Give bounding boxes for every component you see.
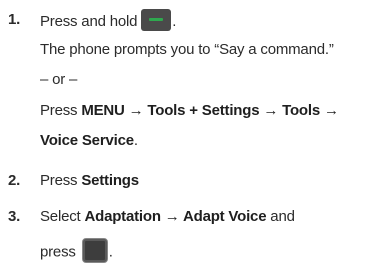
step-3-number: 3. xyxy=(8,208,21,225)
step-3-adaptation: Adaptation → Adapt Voice xyxy=(84,208,267,225)
step-1-press-and-hold: Press and hold xyxy=(40,12,138,30)
step-1-path-voice-service: Voice Service xyxy=(40,132,134,149)
step-2-press: Press xyxy=(40,172,82,189)
step-1-period: . xyxy=(172,12,177,30)
step-2-text: Press Settings xyxy=(40,172,139,190)
step-1-path-menu: MENU → Tools + Settings → Tools → xyxy=(81,102,339,119)
step-1-or: – or – xyxy=(40,71,78,88)
step-3-period: . xyxy=(108,243,113,261)
step-2-settings: Settings xyxy=(81,172,139,189)
step-2-number: 2. xyxy=(8,172,21,189)
step-3-and: and xyxy=(266,208,295,225)
step-1-path-press: Press xyxy=(40,102,82,119)
step-3-line-2: press. xyxy=(40,238,113,263)
select-key-icon xyxy=(81,238,108,263)
step-1-number: 1. xyxy=(8,11,21,28)
instruction-document: 1. Press and hold. The phone prompts you… xyxy=(0,0,379,266)
step-1-menu-path-line-2: Voice Service. xyxy=(40,132,138,150)
talk-key-icon xyxy=(141,9,172,31)
step-3-line-1: Select Adaptation → Adapt Voice and xyxy=(40,208,295,226)
step-1-menu-path-line-1: Press MENU → Tools + Settings → Tools → xyxy=(40,102,339,120)
step-1-line-1: Press and hold. xyxy=(40,9,177,31)
step-3-press: press xyxy=(40,243,76,261)
step-1-path-end: . xyxy=(133,132,138,149)
step-1-prompt: The phone prompts you to “Say a command.… xyxy=(40,41,334,58)
step-3-select: Select xyxy=(40,208,85,225)
